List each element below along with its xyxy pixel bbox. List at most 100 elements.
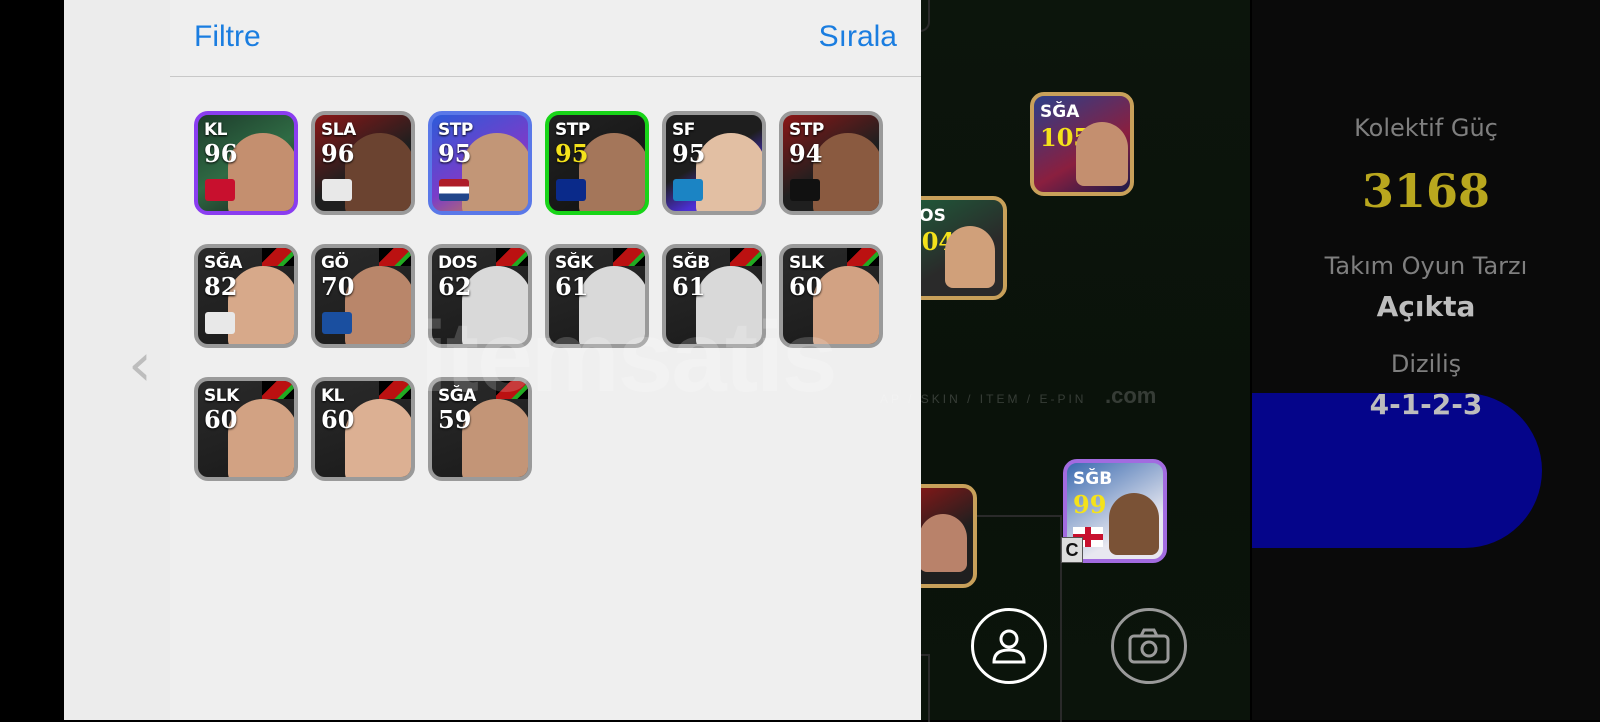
card-position: SĞK bbox=[555, 253, 593, 273]
card-stripe bbox=[496, 381, 528, 399]
card-position: SLK bbox=[204, 386, 239, 406]
player-card[interactable]: SLK 60 bbox=[194, 377, 298, 481]
card-rating: 95 bbox=[555, 139, 589, 168]
card-rating: 61 bbox=[555, 272, 589, 301]
placeholder-avatar-icon bbox=[579, 266, 645, 344]
card-rating: 61 bbox=[672, 272, 706, 301]
team-style-value: Açıkta bbox=[1376, 290, 1476, 323]
card-rating: 60 bbox=[321, 405, 355, 434]
card-position: STP bbox=[438, 120, 473, 140]
card-rating: 96 bbox=[321, 139, 355, 168]
card-rating: 82 bbox=[204, 272, 238, 301]
player-card[interactable]: SĞB 61 bbox=[662, 244, 766, 348]
player-face-icon bbox=[696, 133, 762, 211]
card-stripe bbox=[496, 248, 528, 266]
player-face-icon bbox=[1109, 493, 1159, 555]
country-flag-icon bbox=[439, 179, 469, 201]
card-stripe bbox=[262, 248, 294, 266]
pitch-card-position: SĞB bbox=[1073, 469, 1113, 489]
player-card[interactable]: SLK 60 bbox=[779, 244, 883, 348]
card-stripe bbox=[847, 248, 879, 266]
card-position: SĞB bbox=[672, 253, 710, 273]
formation-label: Diziliş bbox=[1390, 350, 1462, 378]
player-card[interactable]: SLA 96 bbox=[311, 111, 415, 215]
player-card[interactable]: STP 94 bbox=[779, 111, 883, 215]
player-face-icon bbox=[228, 399, 294, 477]
player-card[interactable]: KL 60 bbox=[311, 377, 415, 481]
player-face-icon bbox=[813, 133, 879, 211]
card-position: GÖ bbox=[321, 253, 349, 273]
collective-power-value: 3168 bbox=[1361, 164, 1491, 218]
card-position: SLK bbox=[789, 253, 824, 273]
card-rating: 59 bbox=[438, 405, 472, 434]
card-stripe bbox=[379, 381, 411, 399]
player-face-icon bbox=[579, 133, 645, 211]
player-card[interactable]: SĞA 59 bbox=[428, 377, 532, 481]
card-position: DOS bbox=[438, 253, 478, 273]
player-card[interactable]: DOS 62 bbox=[428, 244, 532, 348]
sort-button[interactable]: Sırala bbox=[819, 20, 897, 54]
player-face-icon bbox=[462, 399, 528, 477]
player-face-icon bbox=[228, 133, 294, 211]
player-face-icon bbox=[1076, 122, 1128, 186]
player-card[interactable]: STP 95 bbox=[545, 111, 649, 215]
club-badge-icon bbox=[322, 179, 352, 201]
card-position: SĞA bbox=[438, 386, 476, 406]
camera-button[interactable] bbox=[1111, 608, 1187, 684]
card-stripe bbox=[262, 381, 294, 399]
placeholder-avatar-icon bbox=[696, 266, 762, 344]
collective-power-label: Kolektif Güç bbox=[1354, 114, 1498, 142]
card-rating: 70 bbox=[321, 272, 355, 301]
card-rating: 96 bbox=[204, 139, 238, 168]
card-position: SF bbox=[672, 120, 695, 140]
club-badge-icon bbox=[556, 179, 586, 201]
card-position: KL bbox=[321, 386, 345, 406]
card-position: STP bbox=[555, 120, 590, 140]
card-position: KL bbox=[204, 120, 228, 140]
club-badge-icon bbox=[322, 312, 352, 334]
person-icon bbox=[992, 629, 1026, 664]
card-rating: 62 bbox=[438, 272, 472, 301]
player-profile-button[interactable] bbox=[971, 608, 1047, 684]
player-face-icon bbox=[345, 266, 411, 344]
pitch-player-card[interactable]: SĞA 105 bbox=[1030, 92, 1134, 196]
club-badge-icon bbox=[790, 179, 820, 201]
captain-badge: C bbox=[1061, 537, 1083, 563]
player-card[interactable]: SĞA 82 bbox=[194, 244, 298, 348]
player-list-panel: Filtre Sırala KL 96 SLA 96 STP 95 STP 95 SF 95 STP… bbox=[170, 0, 921, 720]
left-gutter bbox=[0, 0, 64, 720]
player-face-icon bbox=[462, 133, 528, 211]
player-face-icon bbox=[345, 133, 411, 211]
player-card[interactable]: STP 95 bbox=[428, 111, 532, 215]
card-rating: 60 bbox=[789, 272, 823, 301]
filter-button[interactable]: Filtre bbox=[194, 20, 261, 54]
player-face-icon bbox=[345, 399, 411, 477]
back-chevron-icon[interactable]: ‹ bbox=[128, 330, 168, 400]
card-rating: 95 bbox=[672, 139, 706, 168]
pitch-card-position: SĞA bbox=[1040, 102, 1080, 122]
club-badge-icon bbox=[673, 179, 703, 201]
placeholder-avatar-icon bbox=[462, 266, 528, 344]
panel-header: Filtre Sırala bbox=[170, 0, 921, 77]
card-rating: 94 bbox=[789, 139, 823, 168]
player-card[interactable]: SF 95 bbox=[662, 111, 766, 215]
card-stripe bbox=[613, 248, 645, 266]
player-face-icon bbox=[919, 514, 967, 572]
player-card[interactable]: KL 96 bbox=[194, 111, 298, 215]
team-style-label: Takım Oyun Tarzı bbox=[1324, 252, 1528, 280]
camera-icon bbox=[1128, 628, 1170, 664]
player-card[interactable]: SĞK 61 bbox=[545, 244, 649, 348]
formation-value: 4-1-2-3 bbox=[1369, 388, 1483, 421]
card-position: SĞA bbox=[204, 253, 242, 273]
card-position: SLA bbox=[321, 120, 356, 140]
club-badge-icon bbox=[205, 312, 235, 334]
card-rating: 95 bbox=[438, 139, 472, 168]
card-stripe bbox=[379, 248, 411, 266]
pitch-card-rating: 99 bbox=[1073, 490, 1107, 519]
card-stripe bbox=[730, 248, 762, 266]
country-flag-icon bbox=[205, 179, 235, 201]
player-card[interactable]: GÖ 70 bbox=[311, 244, 415, 348]
card-position: STP bbox=[789, 120, 824, 140]
card-rating: 60 bbox=[204, 405, 238, 434]
player-face-icon bbox=[945, 226, 995, 288]
